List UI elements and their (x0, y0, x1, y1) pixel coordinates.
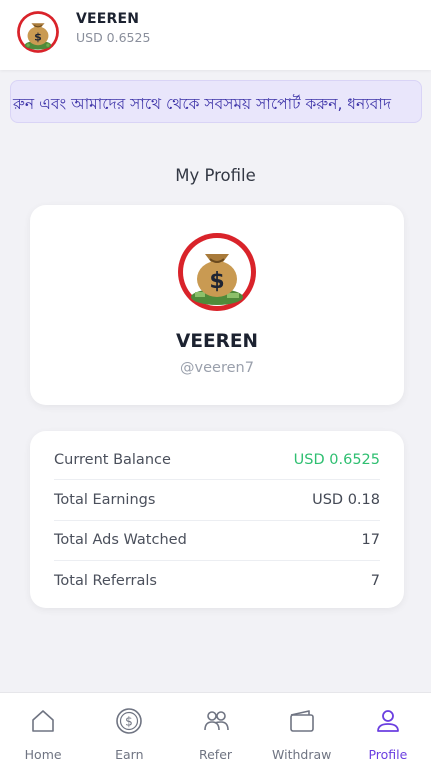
profile-avatar: $ (178, 233, 256, 311)
svg-text:$: $ (34, 30, 42, 43)
stat-value: USD 0.18 (312, 491, 380, 508)
nav-earn[interactable]: $ Earn (86, 693, 172, 767)
nav-withdraw[interactable]: Withdraw (259, 693, 345, 767)
nav-label: Refer (198, 747, 233, 762)
app-header: $ VEEREN USD 0.6525 (0, 0, 431, 70)
header-balance: USD 0.6525 (76, 30, 151, 45)
section-title: My Profile (175, 166, 256, 185)
stat-label: Current Balance (54, 451, 171, 468)
profile-card: $ VEEREN @veeren7 (30, 205, 404, 405)
stat-value: 7 (370, 573, 380, 590)
stat-row-total-earnings: Total Earnings USD 0.18 (54, 480, 380, 521)
stat-row-ads-watched: Total Ads Watched 17 (54, 521, 380, 561)
stat-label: Total Ads Watched (54, 532, 187, 549)
nav-label: Profile (368, 747, 408, 762)
nav-refer[interactable]: Refer (172, 693, 258, 767)
stats-card: Current Balance USD 0.6525 Total Earning… (30, 431, 404, 608)
svg-text:$: $ (209, 269, 224, 294)
nav-profile[interactable]: Profile (345, 693, 431, 767)
stat-label: Total Referrals (54, 573, 157, 590)
stat-label: Total Earnings (54, 491, 156, 508)
stat-row-referrals: Total Referrals 7 (54, 561, 380, 601)
home-icon (32, 710, 54, 732)
nav-label: Earn (115, 747, 144, 762)
money-bag-avatar[interactable]: $ (16, 10, 60, 54)
nav-label: Withdraw (272, 747, 332, 762)
svg-text:$: $ (125, 715, 133, 729)
notice-marquee: রুন এবং আমাদের সাথে থেকে সবসময় সাপোর্ট … (10, 80, 422, 123)
wallet-icon (289, 710, 314, 732)
nav-label: Home (24, 747, 62, 762)
header-username: VEEREN (76, 11, 140, 27)
bottom-nav: Home $ Earn Refer Withdraw Profile (0, 692, 431, 767)
users-icon (203, 711, 229, 731)
profile-name: VEEREN (176, 331, 258, 352)
stat-row-current-balance: Current Balance USD 0.6525 (54, 440, 380, 481)
stat-value: 17 (361, 532, 380, 549)
notice-text: রুন এবং আমাদের সাথে থেকে সবসময় সাপোর্ট … (13, 95, 392, 113)
dollar-coin-icon: $ (116, 708, 143, 734)
stat-value: USD 0.6525 (293, 451, 380, 468)
user-icon (377, 710, 399, 732)
profile-handle: @veeren7 (180, 360, 254, 376)
nav-home[interactable]: Home (0, 693, 86, 767)
